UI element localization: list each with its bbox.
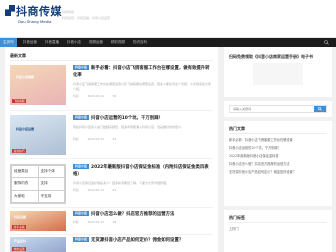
table-cell: 支持 [37, 177, 65, 191]
post-meta: 抖商 2022-03-14 61 [73, 188, 213, 192]
category-table: 经营类目 支持个体 服饰内衣 支持 大家电 不支持 [11, 165, 65, 203]
post-author: 抖商 [73, 188, 79, 192]
logo-text: 抖商传媒 [16, 5, 62, 18]
thumb-caption: 产品定价 [14, 239, 27, 243]
hot-post-link[interactable]: 2022年最新版抖音小店保证金标准 [229, 153, 327, 158]
nav-item-douyin-shop[interactable]: 抖音小店 [67, 38, 81, 47]
tags-widget: 热门标签 上热门 [224, 210, 332, 252]
sidebar: 扫码免费领取《抖音小店商家运营手册》电子书 热门文章 新手必看：抖音小店飞鸽客服… [224, 47, 332, 252]
post-excerpt: 现在抖音小店的入驻门槛越来越低，很多商家都涌入抖音小店，但是做好的却很少。 [73, 125, 185, 129]
tag-link[interactable]: 上热门 [229, 226, 327, 231]
post-views: 56 [112, 94, 117, 98]
search-widget [224, 101, 332, 117]
nav-item-home[interactable]: 主页刊 [0, 38, 17, 47]
tags-title: 热门标签 [229, 215, 245, 220]
post-views: 48 [112, 220, 117, 224]
thumb-caption: 抖音小店运营 [16, 127, 35, 131]
hot-posts-widget: 热门文章 新手必看：抖音小店飞鸽客服工作台在哪设置 抖音小店运营的10个坑，千万… [224, 121, 332, 206]
post-item[interactable]: 抖音小店客服 飞鸽客服 抖音小店 新手必看：抖音小店飞鸽客服工作台在哪设置，做有效… [10, 65, 213, 107]
nav-item-douyin-live[interactable]: 抖音直播 [45, 38, 59, 47]
search-icon [318, 107, 322, 111]
hot-post-link[interactable]: 抖音小店怎么做？抖店官方推荐的运营方法 [229, 161, 327, 166]
logo-mark-icon [5, 5, 15, 16]
table-cell: 不支持 [37, 189, 65, 203]
hot-posts-title: 热门文章 [229, 126, 245, 131]
post-author: 抖商 [73, 137, 79, 141]
nav-item-wiki[interactable]: 知识百科 [133, 38, 147, 47]
search-input[interactable] [230, 106, 310, 112]
thumb-badge: 佣金设置 [12, 247, 27, 251]
post-meta: 抖商 2022-03-14 56 [73, 94, 213, 98]
post-excerpt: 抖音小店飞鸽客服工作台在哪里设置以及飞鸽客服在哪里设置，很多人都在问这个问题，今… [73, 82, 212, 91]
post-title[interactable]: 无货源抖音小店产品如何定价？佣金如何设置？ [91, 238, 183, 243]
main-nav: 主页刊 抖音运营 抖音直播 抖音小店 视频运营 精彩视频 知识百科 [0, 38, 336, 47]
post-item[interactable]: 经营类目 支持个体 服饰内衣 支持 大家电 不支持 抖音小店 2022年最新版抖音小店保… [10, 164, 213, 204]
post-meta: 抖商 2022-03-14 52 [73, 137, 213, 141]
thumb-badge: 新手必看 [12, 225, 27, 229]
post-excerpt: 抖音小店保证金标准是多少？很多新手都想了解，下面为大家详细整理。 [73, 181, 170, 185]
ad-title[interactable]: 扫码免费领取《抖音小店商家运营手册》电子书 [229, 54, 313, 60]
post-views: 52 [112, 137, 117, 141]
search-box [229, 105, 327, 113]
logo-subtext: Dou Shang Media [18, 19, 52, 24]
search-icon[interactable] [324, 40, 329, 45]
table-cell: 大家电 [11, 189, 39, 203]
site-logo[interactable]: 抖商传媒 Dou Shang Media [5, 3, 62, 34]
post-category[interactable]: 抖音小店 [73, 237, 90, 242]
post-thumbnail[interactable]: 产品定价 佣金设置 [10, 237, 66, 252]
hot-post-link[interactable]: 抖音小店运营的10个坑，千万别踩！ [229, 145, 327, 150]
section-title: 最新文章 [10, 53, 26, 58]
table-cell: 服饰内衣 [11, 177, 39, 191]
post-date: 2022-03-13 [87, 220, 104, 224]
site-header: 抖商传媒 Dou Shang Media 抖商传媒 抖音运营、抖音直播、抖音小店… [0, 0, 336, 38]
post-thumbnail[interactable]: 抖音小店客服 飞鸽客服 [10, 65, 66, 105]
nav-item-video-ops[interactable]: 视频运营 [89, 38, 103, 47]
post-category[interactable]: 抖音小店 [73, 164, 90, 169]
post-date: 2022-03-14 [87, 137, 104, 141]
post-author: 抖商 [73, 220, 79, 224]
nav-item-videos[interactable]: 精彩视频 [111, 38, 125, 47]
post-item[interactable]: 产品定价 佣金设置 抖音小店 无货源抖音小店产品如何定价？佣金如何设置？ [10, 237, 213, 252]
nav-item-douyin-ops[interactable]: 抖音运营 [23, 38, 37, 47]
post-thumbnail[interactable]: 抖音小店运营 运营技巧 [10, 115, 66, 155]
hot-post-link[interactable]: 无货源抖音小店产品如何定价？佣金如何设置？ [229, 169, 327, 174]
ad-box: 扫码免费领取《抖音小店商家运营手册》电子书 [224, 47, 332, 97]
qr-code-image [253, 63, 303, 85]
table-cell: 经营类目 [11, 165, 39, 179]
post-thumbnail[interactable]: 经营类目 支持个体 服饰内衣 支持 大家电 不支持 [10, 164, 66, 204]
post-date: 2022-03-14 [87, 188, 104, 192]
post-divider [10, 207, 213, 208]
post-item[interactable]: 抖店运营 新手必看 抖音小店 抖音小店怎么做？抖店官方推荐的运营方法 抖商 202… [10, 211, 213, 231]
post-category[interactable]: 抖音小店 [73, 115, 90, 120]
post-thumbnail[interactable]: 抖店运营 新手必看 [10, 211, 66, 231]
post-author: 抖商 [73, 94, 79, 98]
post-category[interactable]: 抖音小店 [73, 65, 90, 70]
site-tagline: 抖商传媒 抖音运营、抖音直播、抖音小店运营 [62, 9, 142, 21]
post-meta: 抖商 2022-03-13 48 [73, 220, 213, 224]
post-title[interactable]: 抖音小店怎么做？抖店官方推荐的运营方法 [91, 212, 174, 217]
thumb-badge: 飞鸽客服 [12, 99, 27, 103]
main-content: 最新文章 抖音小店客服 飞鸽客服 抖音小店 新手必看：抖音小店飞鸽客服工作台在哪设… [5, 47, 218, 252]
post-divider [10, 234, 213, 235]
search-button[interactable] [314, 106, 326, 112]
post-category[interactable]: 抖音小店 [73, 211, 90, 216]
section-divider [10, 60, 213, 61]
post-title[interactable]: 2022年最新版抖音小店保证金标准（内附抖店保证金类目表格） [73, 165, 209, 177]
post-views: 61 [112, 188, 117, 192]
thumb-badge: 运营技巧 [12, 149, 27, 153]
widget-divider [229, 133, 327, 134]
thumb-caption: 抖音小店客服 [16, 75, 35, 79]
table-cell: 支持个体 [37, 165, 65, 179]
post-date: 2022-03-14 [87, 94, 104, 98]
post-divider [10, 110, 213, 111]
thumb-caption: 抖店运营 [14, 215, 27, 219]
widget-divider [229, 222, 327, 223]
post-item[interactable]: 抖音小店运营 运营技巧 抖音小店 抖音小店运营的10个坑，千万别踩！ 现在抖音小店… [10, 115, 213, 155]
post-title[interactable]: 新手必看：抖音小店飞鸽客服工作台在哪设置，做有效提升转化率 [73, 66, 210, 78]
post-divider [10, 158, 213, 159]
tagline-line-2: 抖音运营、抖音直播、抖音小店运营 [62, 16, 111, 20]
hot-post-link[interactable]: 新手必看：抖音小店飞鸽客服工作台在哪设置 [229, 137, 327, 142]
post-title[interactable]: 抖音小店运营的10个坑，千万别踩！ [91, 116, 163, 121]
